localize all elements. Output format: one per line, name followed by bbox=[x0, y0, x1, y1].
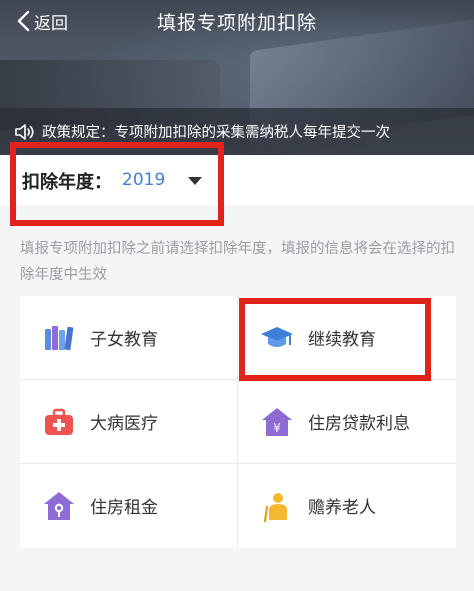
dropdown-triangle-icon[interactable] bbox=[188, 177, 202, 185]
house-key-icon bbox=[44, 491, 74, 520]
graduation-cap-icon bbox=[261, 326, 293, 347]
item-label: 子女教育 bbox=[90, 330, 158, 350]
notice-text: 政策规定：专项附加扣除的采集需纳税人每年提交一次 bbox=[42, 125, 390, 141]
books-icon bbox=[45, 325, 74, 350]
year-value[interactable]: 2019 bbox=[122, 170, 165, 190]
elderly-person-icon bbox=[263, 492, 287, 522]
item-label: 大病医疗 bbox=[90, 414, 158, 434]
item-label: 赡养老人 bbox=[308, 498, 376, 518]
hint-text: 填报专项附加扣除之前请选择扣除年度，填报的信息将会在选择的扣除年度中生效 bbox=[20, 241, 455, 283]
policy-notice: 政策规定：专项附加扣除的采集需纳税人每年提交一次 bbox=[0, 108, 474, 155]
house-yen-icon: ¥ bbox=[262, 407, 292, 436]
item-elderly-support[interactable]: 赡养老人 bbox=[238, 464, 455, 547]
item-mortgage-interest[interactable]: ¥ 住房贷款利息 bbox=[238, 380, 455, 463]
page-title: 填报专项附加扣除 bbox=[156, 11, 317, 34]
speaker-icon bbox=[15, 123, 34, 140]
item-label: 继续教育 bbox=[308, 330, 376, 350]
item-children-education[interactable]: 子女教育 bbox=[20, 296, 237, 379]
item-continuing-education[interactable]: 继续教育 bbox=[238, 296, 455, 379]
item-label: 住房租金 bbox=[90, 498, 158, 518]
medical-kit-icon bbox=[45, 408, 73, 435]
year-selector[interactable]: 扣除年度： 2019 bbox=[0, 155, 474, 205]
navigation-bar: 返回 填报专项附加扣除 bbox=[0, 0, 474, 42]
chevron-left-icon bbox=[17, 10, 30, 32]
item-serious-illness[interactable]: 大病医疗 bbox=[20, 380, 237, 463]
deduction-grid: 子女教育 继续教育 大病医疗 ¥ 住房贷款利息 住房租金 赡养老人 bbox=[20, 296, 456, 548]
back-label: 返回 bbox=[34, 13, 68, 34]
item-housing-rent[interactable]: 住房租金 bbox=[20, 464, 237, 547]
year-label: 扣除年度： bbox=[22, 172, 112, 193]
back-button[interactable]: 返回 bbox=[14, 7, 68, 35]
svg-text:¥: ¥ bbox=[273, 421, 281, 435]
item-label: 住房贷款利息 bbox=[308, 414, 410, 434]
